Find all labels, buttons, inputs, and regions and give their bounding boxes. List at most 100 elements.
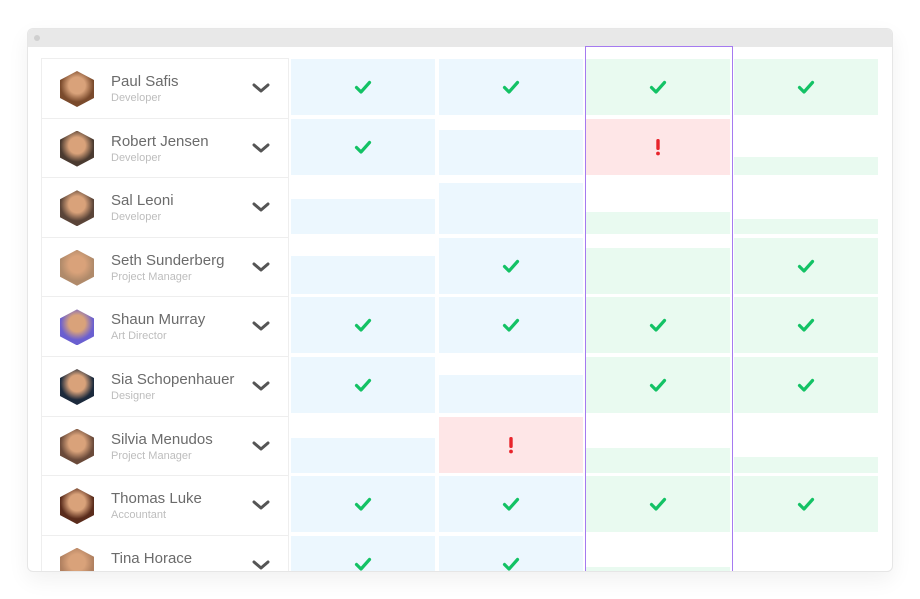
status-cell[interactable] bbox=[586, 416, 730, 473]
alert-icon bbox=[501, 435, 521, 455]
window-dot-icon bbox=[34, 35, 40, 41]
status-cell[interactable] bbox=[291, 357, 435, 413]
check-icon bbox=[501, 494, 521, 514]
status-cell[interactable] bbox=[438, 476, 583, 533]
person-name: Tina Horace bbox=[111, 549, 193, 567]
avatar bbox=[60, 488, 94, 525]
status-cell[interactable] bbox=[586, 535, 730, 571]
status-cell[interactable] bbox=[438, 297, 583, 354]
status-cell[interactable] bbox=[291, 535, 435, 571]
person-role: Designer bbox=[111, 389, 156, 402]
status-cell[interactable] bbox=[586, 357, 730, 413]
chevron-down-icon[interactable] bbox=[252, 141, 270, 155]
chevron-down-icon[interactable] bbox=[252, 319, 270, 333]
status-cell[interactable] bbox=[438, 59, 583, 115]
status-cell[interactable] bbox=[291, 118, 435, 175]
status-cell[interactable] bbox=[733, 237, 878, 294]
person-name: Shaun Murray bbox=[111, 311, 206, 329]
avatar bbox=[60, 428, 94, 465]
status-cell[interactable] bbox=[291, 178, 435, 235]
status-cell[interactable] bbox=[733, 178, 878, 235]
status-cell[interactable] bbox=[586, 237, 730, 294]
chevron-down-icon[interactable] bbox=[252, 439, 270, 453]
chevron-down-icon[interactable] bbox=[252, 498, 270, 512]
status-cell[interactable] bbox=[733, 416, 878, 473]
check-icon bbox=[648, 375, 668, 395]
status-cell[interactable] bbox=[586, 118, 730, 175]
check-icon bbox=[648, 77, 668, 97]
person-name: Robert Jensen bbox=[111, 132, 209, 150]
status-cell[interactable] bbox=[733, 118, 878, 175]
title-bar bbox=[28, 29, 892, 47]
status-cell[interactable] bbox=[291, 59, 435, 115]
status-cell[interactable] bbox=[438, 535, 583, 571]
person-row[interactable]: Shaun Murray Art Director bbox=[41, 296, 289, 356]
progress-fill bbox=[733, 219, 878, 235]
status-cell[interactable] bbox=[586, 59, 730, 115]
person-name: Sia Schopenhauer bbox=[111, 370, 235, 388]
status-cell[interactable] bbox=[586, 178, 730, 235]
progress-fill bbox=[733, 156, 878, 175]
status-cell[interactable] bbox=[586, 297, 730, 354]
person-row[interactable]: Tina Horace bbox=[41, 534, 289, 572]
chevron-down-icon[interactable] bbox=[252, 260, 270, 274]
chevron-down-icon[interactable] bbox=[252, 81, 270, 95]
alert-icon bbox=[648, 137, 668, 157]
person-row[interactable]: Silvia Menudos Project Manager bbox=[41, 415, 289, 476]
check-icon bbox=[796, 494, 816, 514]
avatar bbox=[60, 309, 94, 346]
person-row[interactable]: Sal Leoni Developer bbox=[41, 177, 289, 237]
progress-fill bbox=[438, 129, 583, 175]
person-role: Project Manager bbox=[111, 449, 192, 462]
person-name: Paul Safis bbox=[111, 73, 179, 90]
avatar bbox=[60, 368, 94, 405]
progress-fill bbox=[438, 374, 583, 413]
avatar bbox=[60, 190, 94, 227]
status-cell[interactable] bbox=[291, 416, 435, 473]
person-name: Silvia Menudos bbox=[111, 430, 213, 448]
person-row[interactable]: Sia Schopenhauer Designer bbox=[41, 355, 289, 416]
person-role: Developer bbox=[111, 92, 162, 104]
status-cell[interactable] bbox=[733, 476, 878, 533]
person-role: Developer bbox=[111, 211, 162, 224]
check-icon bbox=[796, 375, 816, 395]
status-cell[interactable] bbox=[291, 297, 435, 354]
status-cell[interactable] bbox=[733, 297, 878, 354]
chevron-down-icon[interactable] bbox=[252, 558, 270, 572]
person-role: Accountant bbox=[111, 509, 167, 522]
progress-fill bbox=[586, 211, 730, 235]
person-row[interactable]: Paul Safis Developer bbox=[41, 58, 289, 118]
people-list: Paul Safis Developer Robert Jensen Develope… bbox=[41, 58, 289, 572]
check-icon bbox=[353, 494, 373, 514]
status-cell[interactable] bbox=[438, 357, 583, 413]
status-cell[interactable] bbox=[586, 476, 730, 533]
check-icon bbox=[353, 554, 373, 571]
chevron-down-icon[interactable] bbox=[252, 200, 270, 214]
status-cell[interactable] bbox=[291, 237, 435, 294]
person-row[interactable]: Seth Sunderberg Project Manager bbox=[41, 236, 289, 297]
check-icon bbox=[353, 77, 373, 97]
person-name: Sal Leoni bbox=[111, 192, 174, 210]
status-cell[interactable] bbox=[438, 118, 583, 175]
progress-fill bbox=[586, 566, 730, 571]
chevron-down-icon[interactable] bbox=[252, 379, 270, 393]
status-cell[interactable] bbox=[438, 237, 583, 294]
status-cell[interactable] bbox=[291, 476, 435, 533]
status-cell[interactable] bbox=[438, 416, 583, 473]
check-icon bbox=[796, 256, 816, 276]
progress-fill bbox=[291, 198, 435, 235]
status-cell[interactable] bbox=[438, 178, 583, 235]
status-cell[interactable] bbox=[733, 535, 878, 571]
check-icon bbox=[353, 315, 373, 335]
check-icon bbox=[501, 554, 521, 571]
status-cell[interactable] bbox=[733, 357, 878, 413]
person-row[interactable]: Thomas Luke Accountant bbox=[41, 475, 289, 535]
check-icon bbox=[648, 494, 668, 514]
person-row[interactable]: Robert Jensen Developer bbox=[41, 117, 289, 178]
check-icon bbox=[353, 137, 373, 157]
app-window: Paul Safis Developer Robert Jensen Develope… bbox=[27, 28, 893, 572]
avatar bbox=[60, 71, 94, 107]
status-cell[interactable] bbox=[733, 59, 878, 115]
progress-fill bbox=[291, 256, 435, 294]
avatar bbox=[60, 249, 94, 286]
